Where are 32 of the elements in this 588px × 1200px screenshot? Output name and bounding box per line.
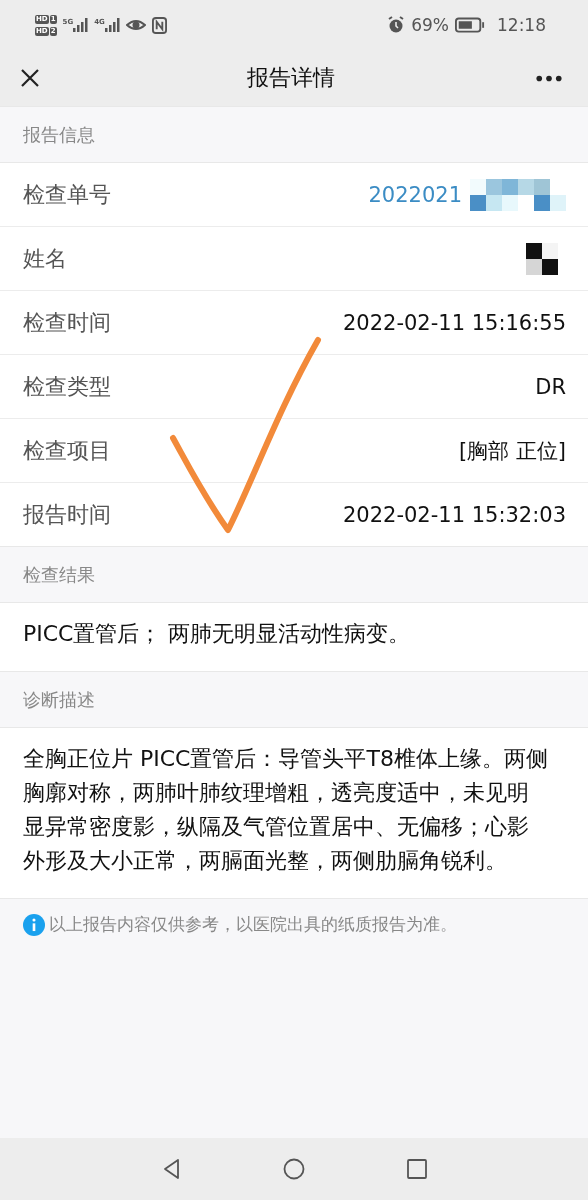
alarm-icon xyxy=(387,16,406,34)
signal-icon xyxy=(73,18,89,32)
field-value: [胸部 正位] xyxy=(458,437,566,465)
close-icon[interactable] xyxy=(20,68,40,88)
field-label: 报告时间 xyxy=(23,500,111,529)
info-icon xyxy=(23,913,45,936)
field-value: 2022-02-11 15:32:03 xyxy=(342,502,566,527)
section-header: 诊断描述 xyxy=(0,671,588,727)
more-icon[interactable] xyxy=(536,74,562,82)
field-label: 检查类型 xyxy=(23,372,111,401)
mosaic-drawing xyxy=(526,242,558,275)
section-header: 检查结果 xyxy=(0,546,588,602)
battery-percent: 69% xyxy=(411,15,449,35)
page-title: 报告详情 xyxy=(246,64,336,92)
field-label: 检查项目 xyxy=(23,436,111,465)
report-text: 全胸正位片 PICC置管后：导管头平T8椎体上缘。两侧胸廓对称，两肺叶肺纹理增粗，透亮度适中，未见明显异常密度影，纵隔及气管位置居中、无偏移；心影外形及大小正常，两膈面光整，两侧肋膈角锐利。 xyxy=(0,727,588,898)
report-text: PICC置管后； 两肺无明显活动性病变。 xyxy=(0,602,588,671)
field-label: 姓名 xyxy=(23,244,67,273)
nfc-icon xyxy=(151,16,167,34)
field-value: 2022-02-11 15:16:55 xyxy=(342,310,566,335)
home-icon[interactable] xyxy=(283,1158,305,1180)
field-label: 检查单号 xyxy=(23,180,111,209)
section-header: 报告信息 xyxy=(0,106,588,162)
recents-icon[interactable] xyxy=(406,1158,428,1180)
report-number[interactable]: 2022021 xyxy=(368,182,462,207)
signal-icon xyxy=(104,18,120,32)
field-label: 检查时间 xyxy=(23,308,111,337)
clock-time: 12:18 xyxy=(497,15,546,35)
field-value: DR xyxy=(535,374,566,399)
battery-icon xyxy=(455,17,485,33)
disclaimer-text: 以上报告内容仅供参考，以医院出具的纸质报告为准。 xyxy=(49,913,457,936)
eye-icon xyxy=(125,17,146,33)
